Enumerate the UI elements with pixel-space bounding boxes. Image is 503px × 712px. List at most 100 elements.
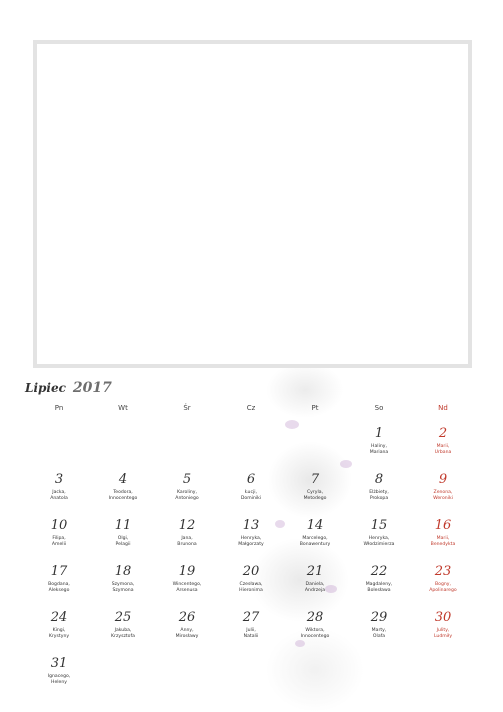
name-days: Marii, Urbana xyxy=(411,444,475,456)
name-days: Magdaleny, Bolesława xyxy=(347,582,411,594)
day-cell: 26 Anny, Mirosławy xyxy=(155,610,219,640)
name-day-line: Dominiki xyxy=(240,496,262,501)
day-number: 13 xyxy=(242,518,260,533)
day-cell: 8 Elżbiety, Prokopa xyxy=(347,472,411,502)
day-number: 12 xyxy=(178,518,196,533)
name-days: Henryka, Małgorzaty xyxy=(219,536,283,548)
name-days: Łucji, Dominiki xyxy=(219,490,283,502)
day-cell: 28 Wiktora, Innocentego xyxy=(283,610,347,640)
day-cell: 20 Czesława, Hieronima xyxy=(219,564,283,594)
day-number: 7 xyxy=(310,472,320,487)
name-day-line: Benedykta xyxy=(430,542,456,547)
day-cell: 24 Kingi, Krystyny xyxy=(27,610,91,640)
name-days: Julii, Natalii xyxy=(219,628,283,640)
name-days: Cyryla, Metodego xyxy=(283,490,347,502)
day-cell: 15 Henryka, Włodzimierza xyxy=(347,518,411,548)
day-number: 29 xyxy=(370,610,388,625)
day-number: 27 xyxy=(242,610,260,625)
name-days: Teodora, Innocentego xyxy=(91,490,155,502)
day-number: 14 xyxy=(306,518,324,533)
weekday-sun: Nd xyxy=(438,404,448,412)
name-day-line: Prokopa xyxy=(369,496,389,501)
name-days: Jana, Brunona xyxy=(155,536,219,548)
weekday-wed: Śr xyxy=(183,404,191,412)
name-days: Wincentego, Arsenusa xyxy=(155,582,219,594)
day-cell: 12 Jana, Brunona xyxy=(155,518,219,548)
name-day-line: Andrzeja xyxy=(304,588,326,593)
name-day-line: Olafa xyxy=(372,634,386,639)
name-day-line: Arsenusa xyxy=(176,588,198,593)
day-cell: 7 Cyryla, Metodego xyxy=(283,472,347,502)
name-day-line: Innocentego xyxy=(300,634,330,639)
day-cell: 9 Zenona, Weroniki xyxy=(411,472,475,502)
day-cell: 31 Ignacego, Heleny xyxy=(27,656,91,686)
name-days: Wiktora, Innocentego xyxy=(283,628,347,640)
day-number: 30 xyxy=(434,610,452,625)
name-days: Czesława, Hieronima xyxy=(219,582,283,594)
day-number: 16 xyxy=(434,518,452,533)
name-days: Szymona, Szymona xyxy=(91,582,155,594)
name-days: Filipa, Amelii xyxy=(27,536,91,548)
day-number: 18 xyxy=(114,564,132,579)
name-days: Anny, Mirosławy xyxy=(155,628,219,640)
day-number: 23 xyxy=(434,564,452,579)
name-days: Kingi, Krystyny xyxy=(27,628,91,640)
name-days: Jacka, Anatola xyxy=(27,490,91,502)
day-number: 22 xyxy=(370,564,388,579)
calendar-title: Lipiec 2017 xyxy=(25,380,112,396)
name-days: Marcelego, Bonawentury xyxy=(283,536,347,548)
day-cell: 17 Bogdana, Aleksego xyxy=(27,564,91,594)
day-cell: 29 Marty, Olafa xyxy=(347,610,411,640)
day-number: 15 xyxy=(370,518,388,533)
day-cell: 1 Haliny, Mariana xyxy=(347,426,411,456)
day-number: 10 xyxy=(50,518,68,533)
photo-placeholder xyxy=(33,40,472,368)
day-number: 8 xyxy=(374,472,384,487)
day-cell: 22 Magdaleny, Bolesława xyxy=(347,564,411,594)
day-number: 24 xyxy=(50,610,68,625)
day-cell: 16 Marii, Benedykta xyxy=(411,518,475,548)
name-days: Marii, Benedykta xyxy=(411,536,475,548)
day-number: 25 xyxy=(114,610,132,625)
day-cell: 10 Filipa, Amelii xyxy=(27,518,91,548)
day-cell: 13 Henryka, Małgorzaty xyxy=(219,518,283,548)
day-number: 19 xyxy=(178,564,196,579)
name-days: Jakuba, Krzysztofa xyxy=(91,628,155,640)
name-day-line: Bolesława xyxy=(367,588,391,593)
day-cell: 19 Wincentego, Arsenusa xyxy=(155,564,219,594)
day-number: 17 xyxy=(50,564,68,579)
name-day-line: Małgorzaty xyxy=(238,542,264,547)
name-day-line: Amelii xyxy=(51,542,67,547)
day-number: 20 xyxy=(242,564,260,579)
name-day-line: Weroniki xyxy=(433,496,453,501)
name-day-line: Krystyny xyxy=(48,634,70,639)
day-cell: 18 Szymona, Szymona xyxy=(91,564,155,594)
day-cell: 4 Teodora, Innocentego xyxy=(91,472,155,502)
name-day-line: Ludmiły xyxy=(433,634,453,639)
day-cell: 27 Julii, Natalii xyxy=(219,610,283,640)
day-number: 21 xyxy=(306,564,324,579)
day-number: 11 xyxy=(114,518,132,533)
name-days: Daniela, Andrzeja xyxy=(283,582,347,594)
day-cell: 3 Jacka, Anatola xyxy=(27,472,91,502)
day-number: 2 xyxy=(438,426,448,441)
day-cell: 6 Łucji, Dominiki xyxy=(219,472,283,502)
name-day-line: Brunona xyxy=(177,542,197,547)
name-day-line: Krzysztofa xyxy=(111,634,135,639)
name-day-line: Antoniego xyxy=(175,496,199,501)
name-days: Bogny, Apolinarego xyxy=(411,582,475,594)
day-cell: 14 Marcelego, Bonawentury xyxy=(283,518,347,548)
name-days: Elżbiety, Prokopa xyxy=(347,490,411,502)
name-days: Ignacego, Heleny xyxy=(27,674,91,686)
day-cell: 30 Julity, Ludmiły xyxy=(411,610,475,640)
name-day-line: Aleksego xyxy=(48,588,70,593)
name-days: Haliny, Mariana xyxy=(347,444,411,456)
day-cell: 21 Daniela, Andrzeja xyxy=(283,564,347,594)
weekday-thu: Cz xyxy=(246,404,256,412)
name-day-line: Apolinarego xyxy=(429,588,457,593)
day-number: 31 xyxy=(50,656,68,671)
name-day-line: Szymona xyxy=(112,588,134,593)
day-number: 5 xyxy=(182,472,192,487)
day-number: 28 xyxy=(306,610,324,625)
name-days: Julity, Ludmiły xyxy=(411,628,475,640)
